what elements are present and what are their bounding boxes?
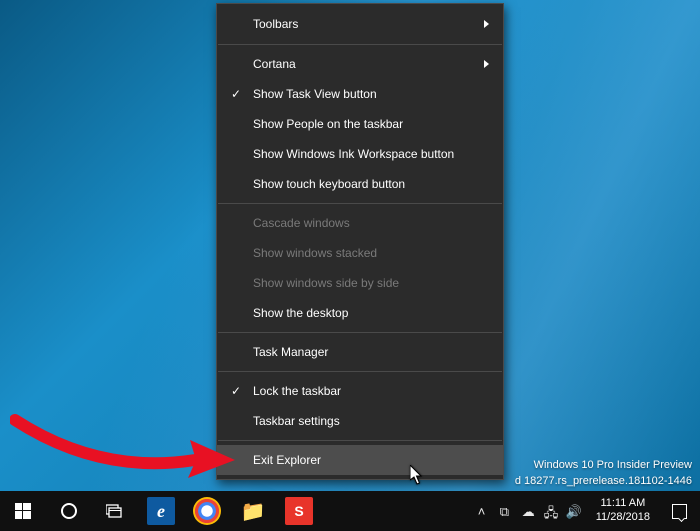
tray-dropbox-icon[interactable]: ⧉ xyxy=(500,504,514,518)
menu-separator xyxy=(218,440,502,441)
build-line-1: Windows 10 Pro Insider Preview xyxy=(515,458,692,473)
cortana-button[interactable] xyxy=(46,491,92,531)
task-view-icon xyxy=(106,504,124,518)
menu-exit-explorer[interactable]: Exit Explorer xyxy=(217,445,503,475)
tray-onedrive-icon[interactable]: ☁ xyxy=(522,504,536,518)
menu-taskbar-settings[interactable]: Taskbar settings xyxy=(217,406,503,436)
menu-side-by-side: Show windows side by side xyxy=(217,268,503,298)
tray-volume-icon[interactable]: 🔊 xyxy=(566,504,580,518)
taskbar-right: ˄ ⧉ ☁ 🖧 🔊 11:11 AM 11/28/2018 xyxy=(470,491,700,531)
notification-icon xyxy=(672,504,687,519)
menu-show-touch-keyboard[interactable]: Show touch keyboard button xyxy=(217,169,503,199)
system-tray[interactable]: ˄ ⧉ ☁ 🖧 🔊 xyxy=(470,504,588,518)
snagit-icon xyxy=(285,497,313,525)
menu-show-task-view-label: Show Task View button xyxy=(253,87,377,101)
taskbar-context-menu: Toolbars Cortana Show Task View button S… xyxy=(216,3,504,480)
chevron-right-icon xyxy=(484,60,489,68)
windows-logo-icon xyxy=(15,503,31,519)
menu-show-desktop-label: Show the desktop xyxy=(253,306,348,320)
menu-toolbars[interactable]: Toolbars xyxy=(217,8,503,40)
clock-time: 11:11 AM xyxy=(596,497,650,511)
menu-show-ink[interactable]: Show Windows Ink Workspace button xyxy=(217,139,503,169)
menu-toolbars-label: Toolbars xyxy=(253,17,298,31)
menu-lock-taskbar-label: Lock the taskbar xyxy=(253,384,341,398)
windows-build-watermark: Windows 10 Pro Insider Preview d 18277.r… xyxy=(515,458,692,489)
menu-cortana-label: Cortana xyxy=(253,57,296,71)
menu-taskbar-settings-label: Taskbar settings xyxy=(253,414,340,428)
tray-chevron-icon[interactable]: ˄ xyxy=(478,504,492,518)
menu-show-desktop[interactable]: Show the desktop xyxy=(217,298,503,328)
menu-cascade-label: Cascade windows xyxy=(253,216,350,230)
tray-network-icon[interactable]: 🖧 xyxy=(544,504,558,518)
menu-show-people-label: Show People on the taskbar xyxy=(253,117,403,131)
taskbar-app-explorer[interactable] xyxy=(230,491,276,531)
menu-task-manager-label: Task Manager xyxy=(253,345,328,359)
menu-side-by-side-label: Show windows side by side xyxy=(253,276,399,290)
build-line-2: d 18277.rs_prerelease.181102-1446 xyxy=(515,474,692,489)
clock-date: 11/28/2018 xyxy=(596,511,650,525)
menu-show-task-view[interactable]: Show Task View button xyxy=(217,79,503,109)
menu-separator xyxy=(218,203,502,204)
menu-show-ink-label: Show Windows Ink Workspace button xyxy=(253,147,454,161)
menu-cascade-windows: Cascade windows xyxy=(217,208,503,238)
taskbar-app-edge[interactable] xyxy=(138,491,184,531)
file-explorer-icon xyxy=(239,497,267,525)
menu-lock-taskbar[interactable]: Lock the taskbar xyxy=(217,376,503,406)
menu-stacked-label: Show windows stacked xyxy=(253,246,377,260)
menu-cortana[interactable]: Cortana xyxy=(217,49,503,79)
taskbar: ˄ ⧉ ☁ 🖧 🔊 11:11 AM 11/28/2018 xyxy=(0,491,700,531)
menu-separator xyxy=(218,371,502,372)
taskbar-app-snagit[interactable] xyxy=(276,491,322,531)
cortana-circle-icon xyxy=(61,503,77,519)
taskbar-clock[interactable]: 11:11 AM 11/28/2018 xyxy=(588,497,658,525)
menu-show-people[interactable]: Show People on the taskbar xyxy=(217,109,503,139)
menu-task-manager[interactable]: Task Manager xyxy=(217,337,503,367)
edge-icon xyxy=(147,497,175,525)
menu-separator xyxy=(218,44,502,45)
action-center-button[interactable] xyxy=(658,491,700,531)
menu-stacked: Show windows stacked xyxy=(217,238,503,268)
menu-separator xyxy=(218,332,502,333)
menu-exit-explorer-label: Exit Explorer xyxy=(253,453,321,467)
taskbar-app-chrome[interactable] xyxy=(184,491,230,531)
chrome-icon xyxy=(193,497,221,525)
chevron-right-icon xyxy=(484,20,489,28)
task-view-button[interactable] xyxy=(92,491,138,531)
taskbar-left xyxy=(0,491,322,531)
start-button[interactable] xyxy=(0,491,46,531)
menu-show-touch-keyboard-label: Show touch keyboard button xyxy=(253,177,405,191)
